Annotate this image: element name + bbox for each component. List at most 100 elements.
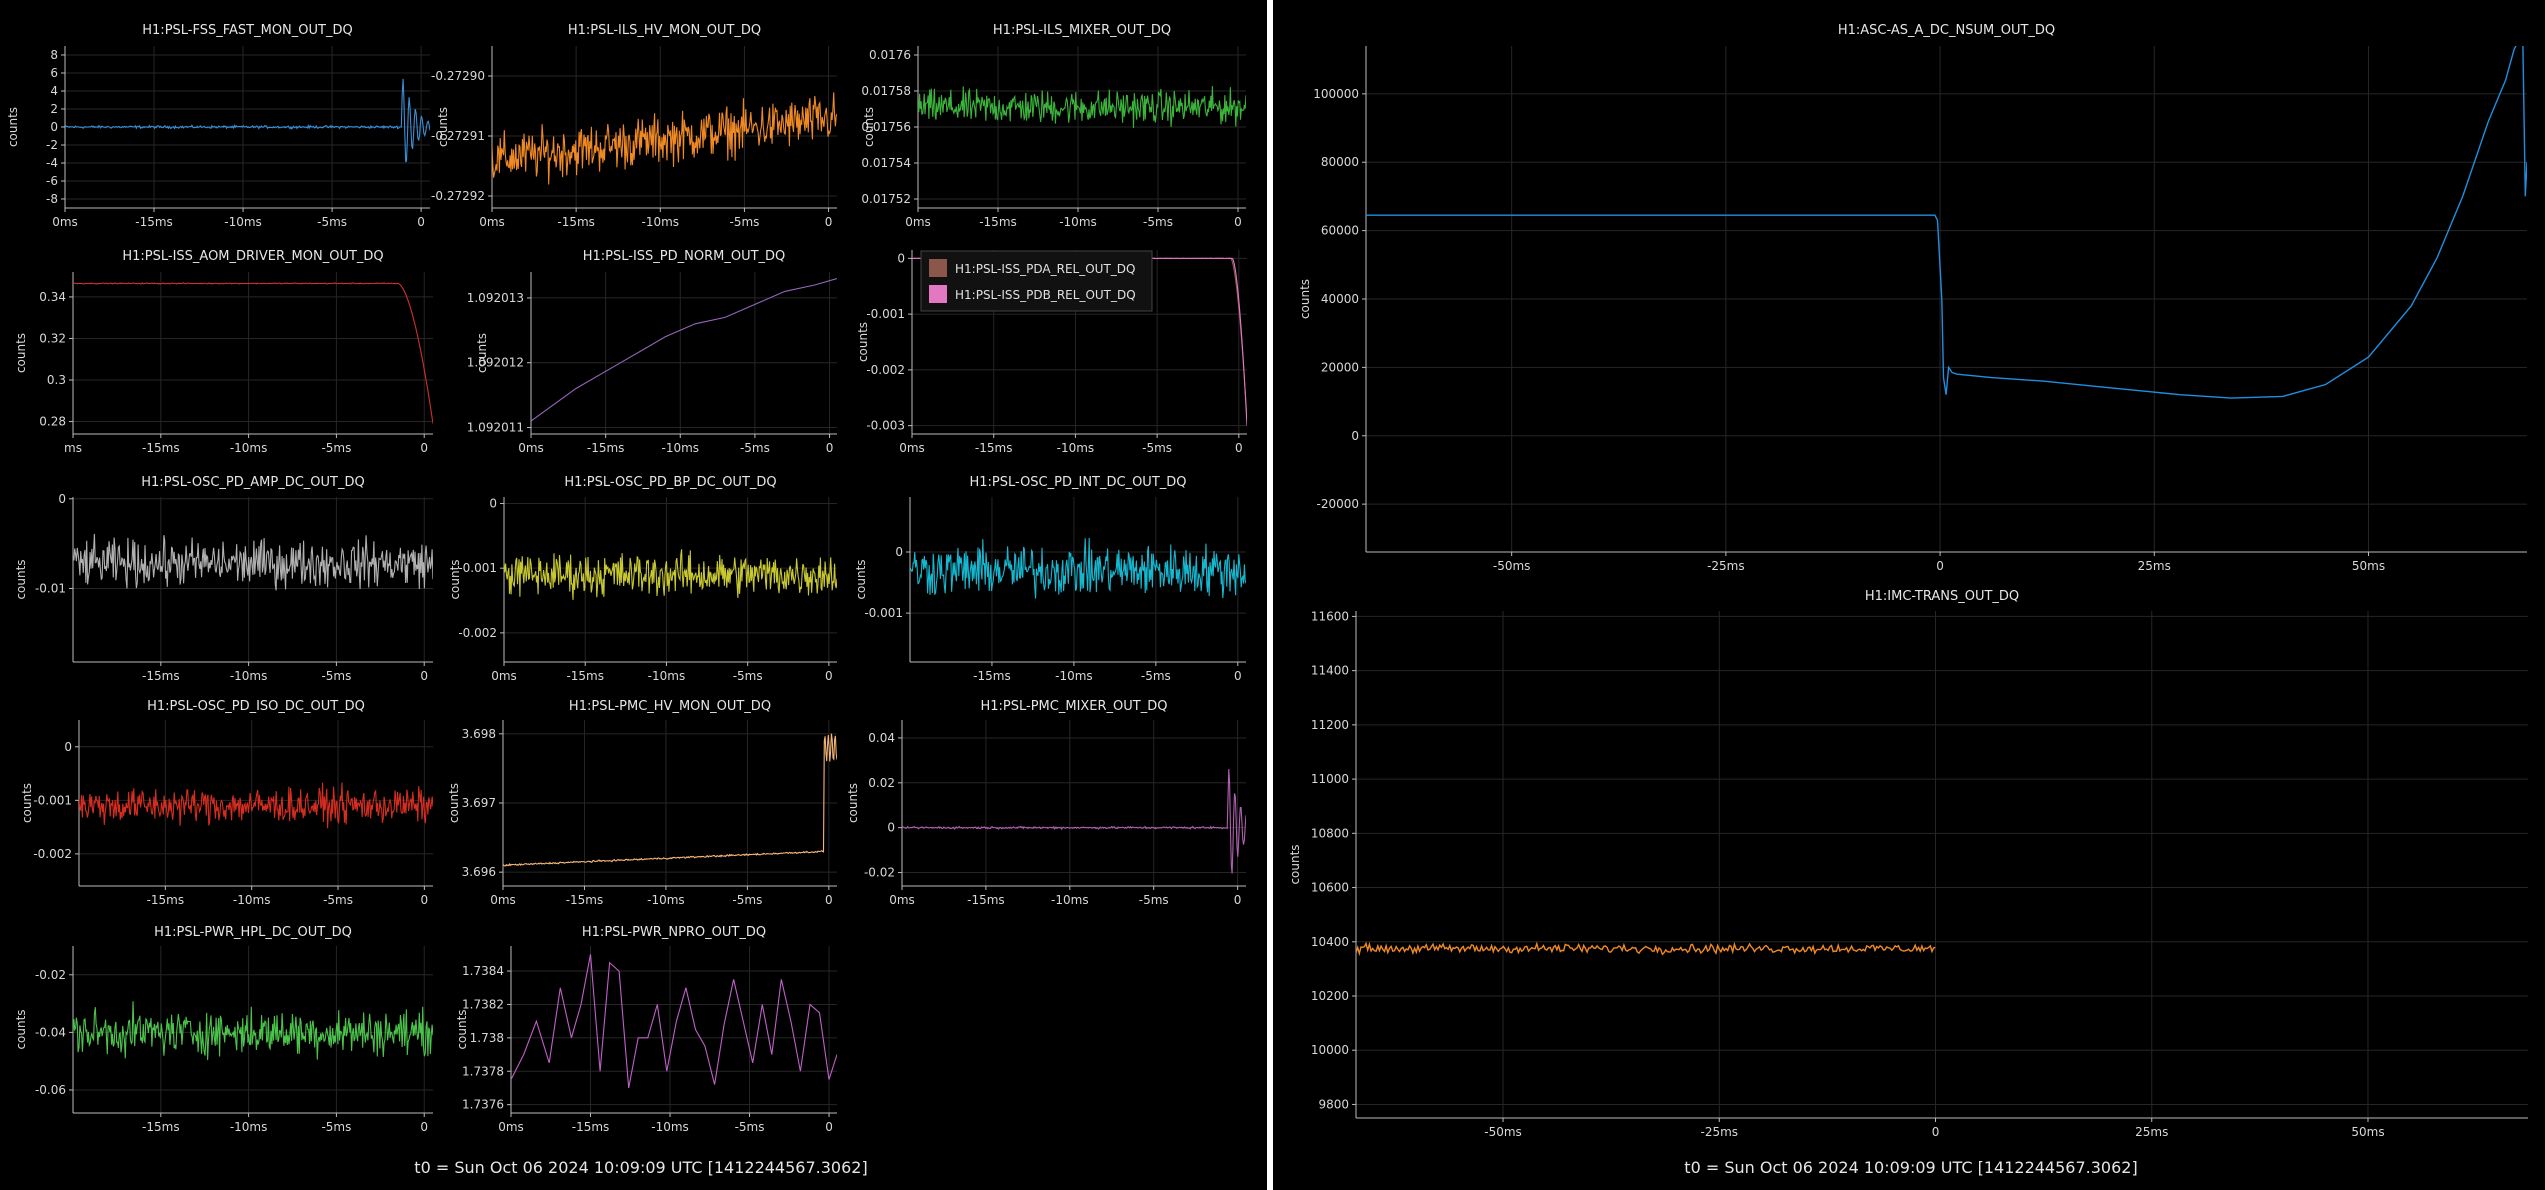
y-tick-label: 1.092011: [467, 421, 524, 435]
chart-title: H1:PSL-FSS_FAST_MON_OUT_DQ: [142, 23, 352, 38]
x-tick-label: -15ms: [587, 441, 625, 455]
y-tick-label: 0.3: [47, 373, 66, 387]
y-axis-label: counts: [846, 783, 860, 823]
series-line-1: [73, 1001, 433, 1061]
y-tick-label: 0: [489, 496, 497, 510]
x-tick-label: -10ms: [1051, 893, 1089, 907]
right-plot-panel: H1:ASC-AS_A_DC_NSUM_OUT_DQ 100000 80000 600…: [1277, 0, 2545, 1190]
legend-entry: H1:PSL-ISS_PDB_REL_OUT_DQ: [955, 288, 1136, 302]
x-tick-label: -50ms: [1484, 1125, 1522, 1139]
y-tick-label: 0: [897, 251, 905, 265]
y-axis-label: counts: [854, 559, 868, 599]
y-tick-label: 2: [50, 102, 58, 116]
x-tick-label: -15ms: [973, 669, 1011, 683]
x-tick-label: -10ms: [230, 441, 268, 455]
chart-3: H1:PSL-ILS_MIXER_OUT_DQ 0.0176 0.01758 0.01…: [861, 23, 1246, 229]
x-tick-label: 0: [1234, 669, 1242, 683]
x-tick-label: 0: [826, 441, 834, 455]
x-tick-label: -5ms: [1143, 215, 1173, 229]
chart-title: H1:PSL-PWR_NPRO_OUT_DQ: [582, 925, 766, 940]
y-tick-label: 11600: [1311, 609, 1349, 623]
x-tick-label: -5ms: [1142, 441, 1172, 455]
x-tick-label: -25ms: [1707, 559, 1745, 573]
y-axis-label: counts: [436, 107, 450, 147]
y-tick-label: -0.002: [458, 626, 497, 640]
chart-4: H1:PSL-ISS_AOM_DRIVER_MON_OUT_DQ 0.34 0.32…: [14, 249, 433, 455]
x-tick-label: -5ms: [1139, 893, 1169, 907]
x-tick-label: 0ms: [518, 441, 544, 455]
x-tick-label: -15ms: [566, 669, 604, 683]
x-tick-label: -5ms: [321, 441, 351, 455]
y-tick-label: -0.27292: [431, 189, 485, 203]
x-tick-label: -5ms: [323, 893, 353, 907]
series-line-1: [79, 782, 433, 829]
series-line-1: [1366, 46, 2527, 399]
y-tick-label: -0.001: [866, 307, 905, 321]
y-axis-label: counts: [1288, 844, 1302, 884]
x-tick-label: -10ms: [661, 441, 699, 455]
chart-title: H1:PSL-ILS_HV_MON_OUT_DQ: [568, 23, 761, 38]
legend-box: [920, 250, 1153, 312]
x-tick-label: 0ms: [479, 215, 505, 229]
x-tick-label: -15ms: [572, 1120, 610, 1134]
x-tick-label: -10ms: [648, 669, 686, 683]
y-tick-label: 6: [50, 66, 58, 80]
chart-1: H1:PSL-FSS_FAST_MON_OUT_DQ 8 6 4 2 0 -2 -4 -6 -8 0…: [6, 23, 430, 229]
x-tick-label: -15ms: [557, 215, 595, 229]
y-tick-label: 0.01758: [861, 84, 911, 98]
chart-14: H1:PSL-PWR_NPRO_OUT_DQ 1.7384 1.7382 1.738 1…: [455, 925, 837, 1134]
y-tick-label: 0.32: [39, 331, 66, 345]
x-tick-label: -25ms: [1701, 1125, 1739, 1139]
chart-title: H1:PSL-OSC_PD_BP_DC_OUT_DQ: [564, 475, 776, 490]
x-tick-label: 0ms: [498, 1120, 524, 1134]
y-tick-label: 10800: [1311, 826, 1349, 840]
y-tick-label: 1.738: [470, 1031, 504, 1045]
chart-13: H1:PSL-PWR_HPL_DC_OUT_DQ -0.02 -0.04 -0.06 -…: [14, 925, 433, 1134]
x-tick-label: -15ms: [147, 893, 185, 907]
y-tick-label: -4: [46, 156, 58, 170]
y-tick-label: -0.002: [33, 847, 72, 861]
right-charts-canvas: H1:ASC-AS_A_DC_NSUM_OUT_DQ10000080000600…: [1288, 23, 2528, 1139]
y-tick-label: 3.698: [462, 727, 496, 741]
y-tick-label: -8: [46, 192, 58, 206]
series-line-1: [1356, 941, 1936, 957]
y-tick-label: -0.27290: [431, 69, 485, 83]
y-tick-label: 0.01754: [861, 156, 911, 170]
x-tick-label: -10ms: [233, 893, 271, 907]
x-tick-label: 0: [1936, 559, 1944, 573]
y-tick-label: 100000: [1313, 87, 1359, 101]
x-tick-label: 0: [1932, 1125, 1940, 1139]
y-tick-label: 40000: [1321, 292, 1359, 306]
panel-splitter[interactable]: [1264, 0, 1277, 1190]
chart-title: H1:ASC-AS_A_DC_NSUM_OUT_DQ: [1838, 23, 2055, 38]
y-tick-label: 1.7382: [462, 997, 504, 1011]
y-tick-label: 0.02: [868, 776, 895, 790]
x-tick-label: 0: [420, 669, 428, 683]
y-tick-label: -0.01: [35, 581, 66, 595]
x-tick-label: -10ms: [642, 215, 680, 229]
x-tick-label: -50ms: [1493, 559, 1531, 573]
y-axis-label: counts: [1298, 279, 1312, 319]
chart-15: H1:ASC-AS_A_DC_NSUM_OUT_DQ 100000 80000 600…: [1298, 23, 2527, 573]
x-tick-label: -5ms: [321, 1120, 351, 1134]
series-line-1: [73, 282, 433, 424]
y-axis-label: counts: [862, 107, 876, 147]
x-tick-label: -15ms: [142, 669, 180, 683]
x-tick-label: 25ms: [2138, 559, 2171, 573]
y-tick-label: -0.002: [866, 363, 905, 377]
x-tick-label: 0: [420, 441, 428, 455]
y-tick-label: 0: [58, 492, 66, 506]
y-tick-label: 0: [64, 740, 72, 754]
x-tick-label: 0ms: [490, 893, 516, 907]
y-tick-label: 10200: [1311, 989, 1349, 1003]
x-tick-label: 0: [421, 893, 429, 907]
chart-7: H1:PSL-OSC_PD_AMP_DC_OUT_DQ 0 -0.01 -15ms -1…: [14, 475, 433, 683]
y-tick-label: -2: [46, 138, 58, 152]
y-tick-label: 8: [50, 48, 58, 62]
y-tick-label: 0.04: [868, 731, 895, 745]
y-tick-label: 3.696: [462, 865, 496, 879]
y-tick-label: 0.0176: [869, 48, 911, 62]
x-tick-label: 0: [825, 1120, 833, 1134]
x-tick-label: 25ms: [2135, 1125, 2168, 1139]
y-tick-label: -0.001: [458, 561, 497, 575]
